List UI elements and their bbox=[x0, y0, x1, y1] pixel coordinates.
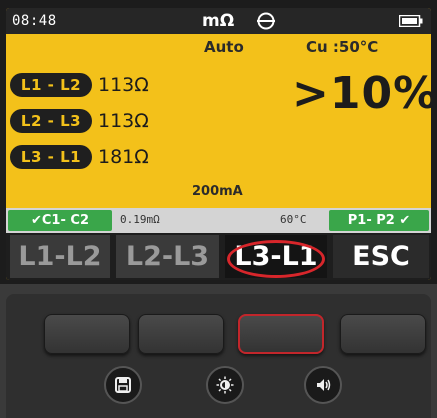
function-key-2[interactable] bbox=[138, 314, 224, 354]
phase-value: 181Ω bbox=[98, 146, 149, 168]
highlight-ring bbox=[227, 240, 325, 278]
keypad-panel bbox=[6, 294, 431, 418]
phase-value: 113Ω bbox=[98, 74, 149, 96]
main-result: >10% bbox=[292, 68, 431, 119]
softkey-esc[interactable]: ESC bbox=[333, 235, 429, 278]
phase-label: L2 - L3 bbox=[10, 109, 92, 133]
clock-time: 08:48 bbox=[12, 13, 57, 29]
display-screen: 08:48 mΩ Auto Cu :50°C >10% L1 - L2 113Ω… bbox=[6, 8, 431, 280]
info-strip: ✔C1- C2 0.19mΩ 60°C P1- P2 ✔ bbox=[6, 208, 431, 233]
battery-icon bbox=[399, 15, 423, 27]
measurement-unit: mΩ bbox=[202, 11, 235, 31]
softkey-bar: L1-L2 L2-L3 L3-L1 ESC bbox=[6, 233, 431, 280]
screen-bezel: 08:48 mΩ Auto Cu :50°C >10% L1 - L2 113Ω… bbox=[0, 0, 437, 284]
p1-p2-check-badge: P1- P2 ✔ bbox=[329, 210, 429, 231]
keypad bbox=[0, 284, 437, 418]
volume-button[interactable] bbox=[304, 366, 342, 404]
phase-row-l2-l3: L2 - L3 113Ω bbox=[10, 108, 210, 134]
c1-c2-check-badge: ✔C1- C2 bbox=[8, 210, 112, 231]
phase-value: 113Ω bbox=[98, 110, 149, 132]
softkey-l2-l3[interactable]: L2-L3 bbox=[116, 235, 219, 278]
speaker-icon bbox=[317, 379, 331, 391]
lead-resistance: 0.19mΩ bbox=[120, 213, 160, 226]
brightness-button[interactable] bbox=[206, 366, 244, 404]
save-button[interactable] bbox=[104, 366, 142, 404]
softkey-l1-l2[interactable]: L1-L2 bbox=[10, 235, 110, 278]
measurement-area: Auto Cu :50°C >10% L1 - L2 113Ω L2 - L3 … bbox=[6, 34, 431, 208]
status-bar: 08:48 mΩ bbox=[6, 8, 431, 34]
function-key-1[interactable] bbox=[44, 314, 130, 354]
function-key-4[interactable] bbox=[340, 314, 426, 354]
probe-temperature: 60°C bbox=[280, 213, 307, 226]
range-icon bbox=[257, 12, 275, 30]
phase-label: L1 - L2 bbox=[10, 73, 92, 97]
test-current: 200mA bbox=[192, 184, 243, 199]
brightness-icon bbox=[216, 376, 234, 394]
phase-row-l1-l2: L1 - L2 113Ω bbox=[10, 72, 210, 98]
save-icon bbox=[115, 377, 131, 393]
phase-row-l3-l1: L3 - L1 181Ω bbox=[10, 144, 210, 170]
conductor-temperature: Cu :50°C bbox=[306, 38, 379, 56]
function-key-3[interactable] bbox=[238, 314, 324, 354]
phase-label: L3 - L1 bbox=[10, 145, 92, 169]
test-mode: Auto bbox=[204, 38, 244, 56]
